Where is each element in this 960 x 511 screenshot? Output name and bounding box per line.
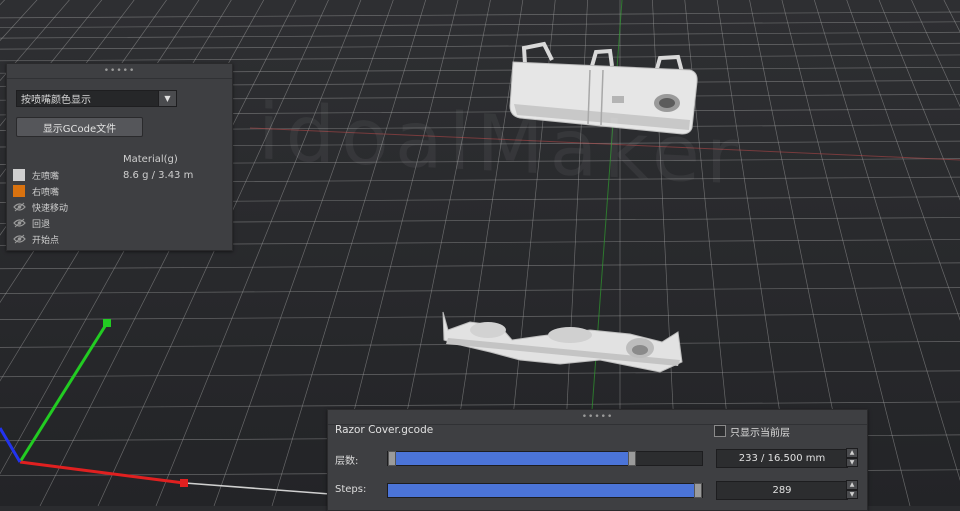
- display-mode-select[interactable]: 按喷嘴颜色显示 ▼: [16, 90, 177, 107]
- stepper-down-icon[interactable]: ▼: [846, 489, 858, 499]
- stepper-down-icon[interactable]: ▼: [846, 457, 858, 467]
- legend-label: 回退: [32, 219, 51, 230]
- steps-stepper[interactable]: ▲ ▼: [846, 480, 858, 499]
- legend-rapid-move[interactable]: 快速移动: [13, 200, 68, 214]
- steps-slider-handle[interactable]: [694, 483, 702, 498]
- left-nozzle-swatch[interactable]: [13, 169, 25, 181]
- steps-slider[interactable]: [387, 483, 703, 498]
- eye-icon[interactable]: [13, 217, 26, 229]
- show-gcode-button[interactable]: 显示GCode文件: [16, 117, 143, 137]
- show-current-layer-label[interactable]: 只显示当前层: [730, 424, 790, 439]
- gcode-file-name: Razor Cover.gcode: [335, 424, 434, 436]
- layers-slider-handle[interactable]: [628, 451, 637, 466]
- layers-slider-fill: [388, 452, 637, 465]
- legend-left-nozzle: 左喷嘴: [13, 168, 59, 182]
- layers-label: 层数:: [335, 456, 359, 467]
- steps-value-field[interactable]: 289: [716, 481, 848, 500]
- gcode-display-panel: ••••• 按喷嘴颜色显示 ▼ 显示GCode文件 Material(g) 8.…: [6, 63, 233, 251]
- material-label: Material(g): [123, 154, 178, 165]
- legend-label: 右喷嘴: [32, 187, 60, 198]
- legend-right-nozzle: 右喷嘴: [13, 184, 59, 198]
- legend-label: 开始点: [32, 235, 60, 246]
- eye-icon[interactable]: [13, 233, 26, 245]
- layers-value-field[interactable]: 233 / 16.500 mm: [716, 449, 848, 468]
- material-value: 8.6 g / 3.43 m: [123, 170, 194, 181]
- display-mode-value: 按喷嘴颜色显示: [21, 95, 91, 106]
- steps-label: Steps:: [335, 484, 367, 495]
- drag-handle[interactable]: •••••: [328, 410, 867, 425]
- layer-preview-panel: ••••• Razor Cover.gcode 只显示当前层 层数: 233 /…: [327, 409, 868, 511]
- drag-handle[interactable]: •••••: [7, 64, 232, 79]
- steps-slider-fill: [388, 484, 702, 497]
- layers-stepper[interactable]: ▲ ▼: [846, 448, 858, 467]
- chevron-down-icon[interactable]: ▼: [158, 91, 176, 106]
- legend-retraction[interactable]: 回退: [13, 216, 50, 230]
- show-current-layer-checkbox[interactable]: [714, 425, 726, 437]
- layers-slider[interactable]: [387, 451, 703, 466]
- legend-label: 左喷嘴: [32, 171, 60, 182]
- layers-slider-min-handle[interactable]: [388, 451, 396, 466]
- legend-label: 快速移动: [32, 203, 69, 214]
- right-nozzle-swatch[interactable]: [13, 185, 25, 197]
- legend-start-point[interactable]: 开始点: [13, 232, 59, 246]
- eye-icon[interactable]: [13, 201, 26, 213]
- stepper-up-icon[interactable]: ▲: [846, 480, 858, 490]
- stepper-up-icon[interactable]: ▲: [846, 448, 858, 458]
